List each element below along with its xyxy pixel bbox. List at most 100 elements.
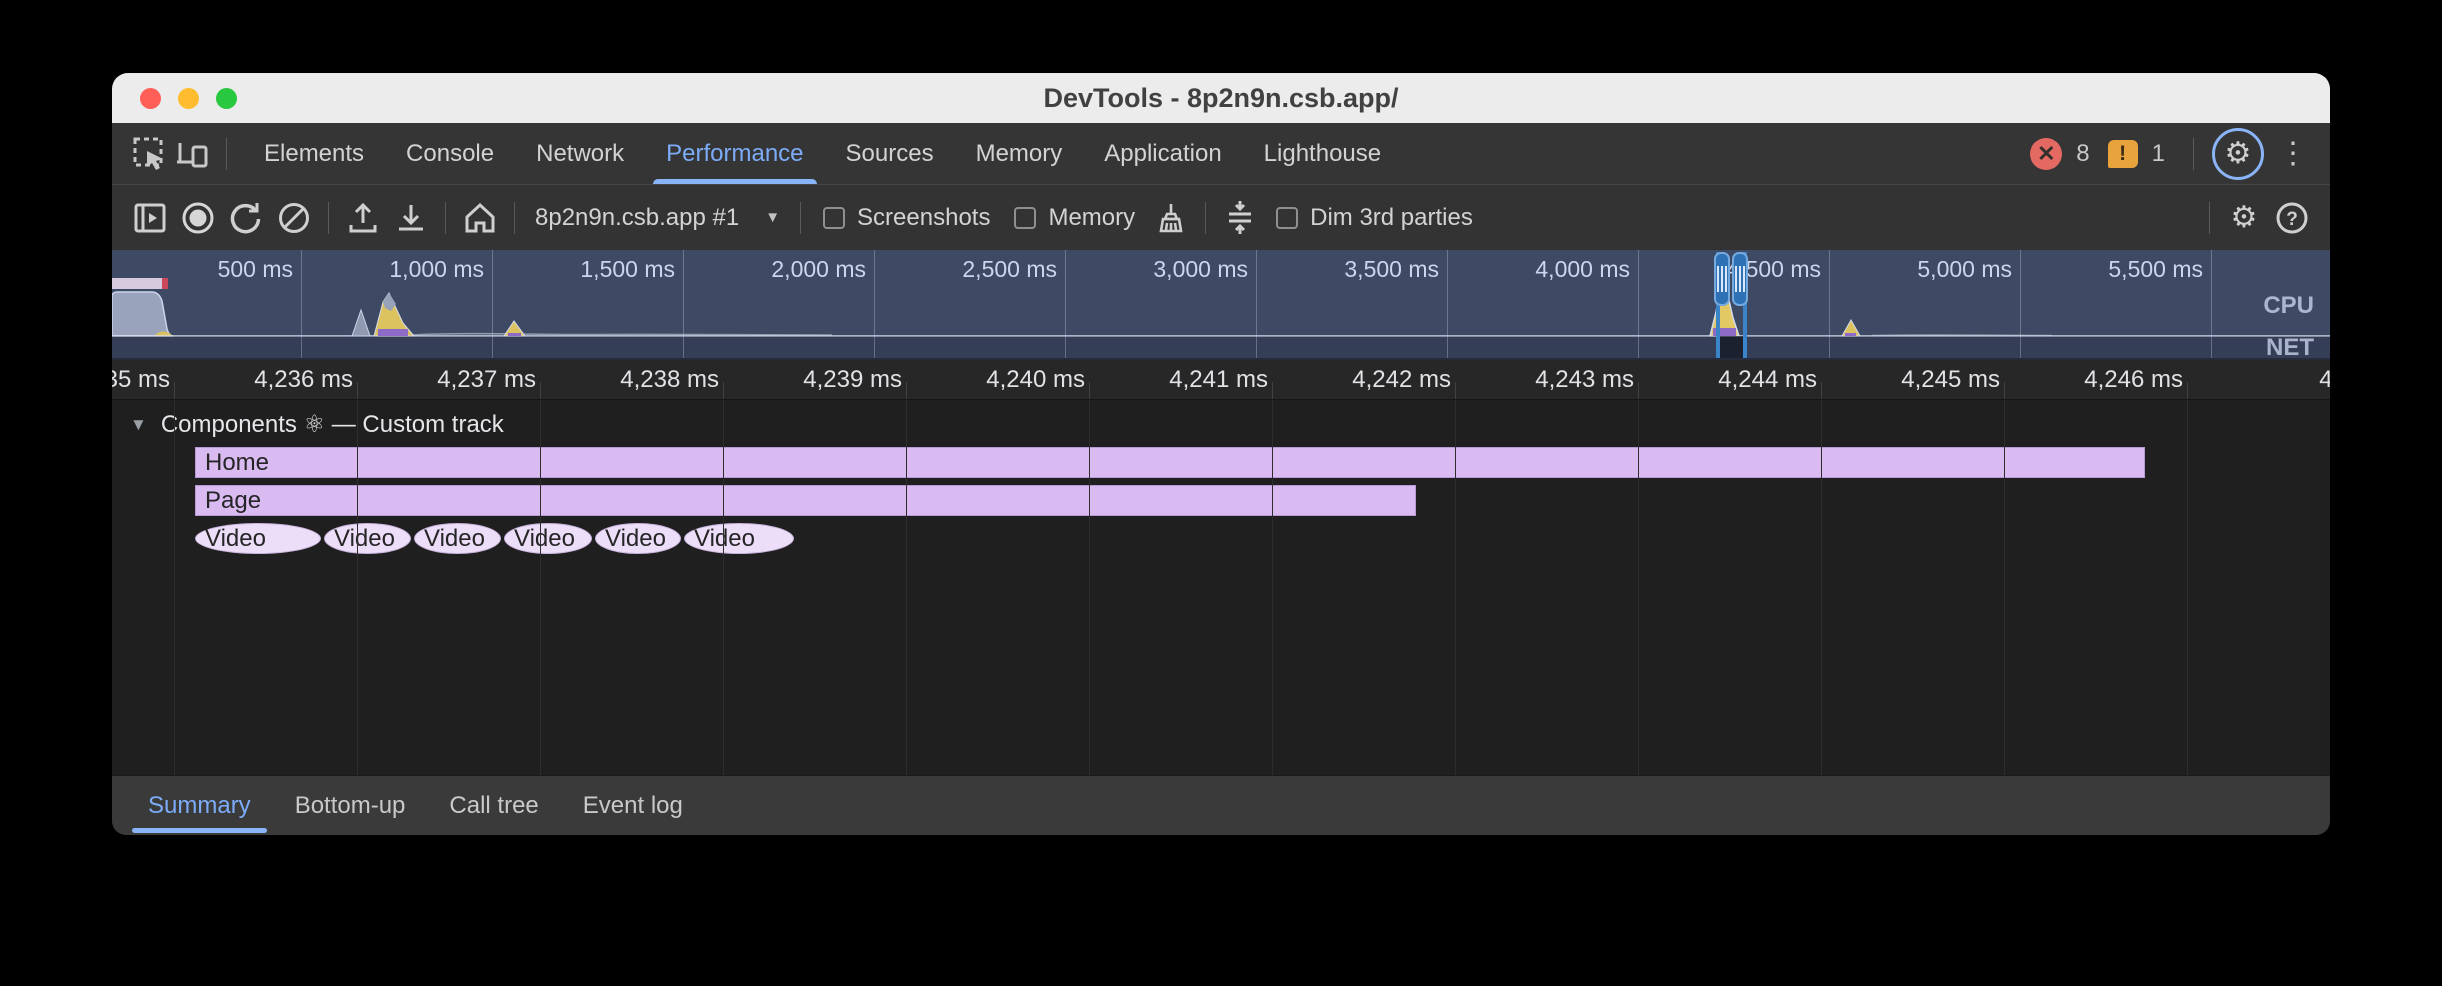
error-count[interactable]: 8 (2076, 140, 2089, 168)
track-gridline (540, 400, 541, 775)
error-icon[interactable]: ✕ (2030, 138, 2062, 170)
overview-tick-label: 2,000 ms (686, 256, 866, 283)
reload-record-icon[interactable] (222, 194, 270, 242)
close-window-button[interactable] (140, 88, 161, 109)
custom-track-header[interactable]: ▼ Components ⚛ — Custom track (130, 410, 504, 439)
overview-tick-label: 3,000 ms (1068, 256, 1248, 283)
tab-console[interactable]: Console (385, 123, 515, 184)
overview-gridline (301, 250, 302, 358)
detail-tab-bottom-up[interactable]: Bottom-up (273, 776, 428, 835)
ruler-tick (174, 382, 175, 399)
record-button[interactable] (174, 194, 222, 242)
panel-tabs: ElementsConsoleNetworkPerformanceSources… (243, 123, 1402, 184)
detail-tab-summary[interactable]: Summary (126, 776, 273, 835)
tab-application[interactable]: Application (1083, 123, 1242, 184)
toggle-sidebar-icon[interactable] (126, 194, 174, 242)
selection-left-handle[interactable] (1714, 252, 1730, 306)
clear-icon[interactable] (270, 194, 318, 242)
overview-gridline (1447, 250, 1448, 358)
track-bar-video[interactable]: Video (195, 523, 321, 554)
ruler-tick-label: 35 ms (112, 366, 170, 394)
collect-garbage-icon[interactable] (1147, 194, 1195, 242)
minimize-window-button[interactable] (178, 88, 199, 109)
track-gridline (1821, 400, 1822, 775)
overview-gridline (492, 250, 493, 358)
ruler-tick (1272, 382, 1273, 399)
traffic-lights (140, 73, 237, 123)
device-toolbar-icon[interactable] (172, 132, 216, 176)
ruler-tick-label: 4,236 ms (189, 366, 353, 394)
ruler-tick (723, 382, 724, 399)
time-ruler[interactable]: 35 ms4,236 ms4,237 ms4,238 ms4,239 ms4,2… (112, 360, 2330, 400)
tab-sources[interactable]: Sources (825, 123, 955, 184)
overview-gridline (874, 250, 875, 358)
ruler-tick (906, 382, 907, 399)
ruler-tick-label: 4,237 ms (372, 366, 536, 394)
ruler-tick-label: 4,24 (2202, 366, 2330, 394)
overview-tick-label: 1,000 ms (304, 256, 484, 283)
svg-text:?: ? (2286, 209, 2298, 230)
net-label: NET (2266, 334, 2314, 360)
track-bar-video[interactable]: Video (324, 523, 411, 554)
track-bar-page[interactable]: Page (195, 485, 1416, 516)
collapse-triangle-icon[interactable]: ▼ (130, 415, 147, 435)
ruler-tick-label: 4,245 ms (1836, 366, 2000, 394)
long-task-indicator (112, 278, 162, 289)
ruler-tick-label: 4,242 ms (1287, 366, 1451, 394)
issue-count[interactable]: 1 (2152, 140, 2165, 168)
tab-performance[interactable]: Performance (645, 123, 824, 184)
ruler-tick (1455, 382, 1456, 399)
track-bar-video[interactable]: Video (414, 523, 501, 554)
ruler-tick-label: 4,238 ms (555, 366, 719, 394)
track-bar-video[interactable]: Video (504, 523, 592, 554)
overview-gridline (1638, 250, 1639, 358)
track-bar-video[interactable]: Video (595, 523, 681, 554)
devtools-tab-bar: ElementsConsoleNetworkPerformanceSources… (112, 123, 2330, 185)
ruler-tick-label: 4,240 ms (921, 366, 1085, 394)
issues-icon[interactable]: ! (2108, 140, 2138, 168)
tab-elements[interactable]: Elements (243, 123, 385, 184)
screenshots-checkbox[interactable]: Screenshots (811, 204, 1002, 232)
flamechart-area[interactable]: ▼ Components ⚛ — Custom track Home Page Vi… (112, 400, 2330, 775)
help-icon[interactable]: ? (2268, 194, 2316, 242)
home-icon[interactable] (456, 194, 504, 242)
divider (226, 138, 227, 170)
memory-checkbox[interactable]: Memory (1002, 204, 1147, 232)
ruler-tick-label: 4,244 ms (1653, 366, 1817, 394)
timeline-overview[interactable]: 500 ms1,000 ms1,500 ms2,000 ms2,500 ms3,… (112, 250, 2330, 360)
overview-gridline (1256, 250, 1257, 358)
zoom-window-button[interactable] (216, 88, 237, 109)
settings-gear-icon[interactable]: ⚙ (2212, 128, 2264, 180)
dim-3rd-parties-checkbox[interactable]: Dim 3rd parties (1264, 204, 1485, 232)
collapse-sections-icon[interactable] (1216, 194, 1264, 242)
tab-lighthouse[interactable]: Lighthouse (1243, 123, 1402, 184)
more-options-icon[interactable]: ⋮ (2278, 136, 2308, 171)
inspect-element-icon[interactable] (128, 132, 172, 176)
selection-right-handle[interactable] (1732, 252, 1748, 306)
selection-shade (1720, 336, 1743, 358)
detail-tab-call-tree[interactable]: Call tree (427, 776, 560, 835)
performance-toolbar: 8p2n9n.csb.app #1 ▼ Screenshots Memory (112, 185, 2330, 250)
track-bar-home[interactable]: Home (195, 447, 2145, 478)
upload-profile-icon[interactable] (339, 194, 387, 242)
detail-tab-event-log[interactable]: Event log (561, 776, 705, 835)
details-tab-bar: SummaryBottom-upCall treeEvent log (112, 775, 2330, 835)
long-task-red-tip (162, 278, 168, 289)
divider (1205, 202, 1206, 234)
overview-gridline (1829, 250, 1830, 358)
panel-settings-gear-icon[interactable]: ⚙ (2220, 194, 2268, 242)
download-profile-icon[interactable] (387, 194, 435, 242)
ruler-tick (357, 382, 358, 399)
ruler-tick (1089, 382, 1090, 399)
overview-tick-label: 4,500 ms (1641, 256, 1821, 283)
chevron-down-icon: ▼ (765, 209, 780, 226)
overview-gridline (683, 250, 684, 358)
tab-memory[interactable]: Memory (955, 123, 1084, 184)
network-band (112, 336, 2330, 358)
tab-network[interactable]: Network (515, 123, 645, 184)
track-gridline (1272, 400, 1273, 775)
track-gridline (2004, 400, 2005, 775)
track-bar-video[interactable]: Video (684, 523, 794, 554)
ruler-tick (540, 382, 541, 399)
target-selector[interactable]: 8p2n9n.csb.app #1 ▼ (525, 204, 790, 232)
